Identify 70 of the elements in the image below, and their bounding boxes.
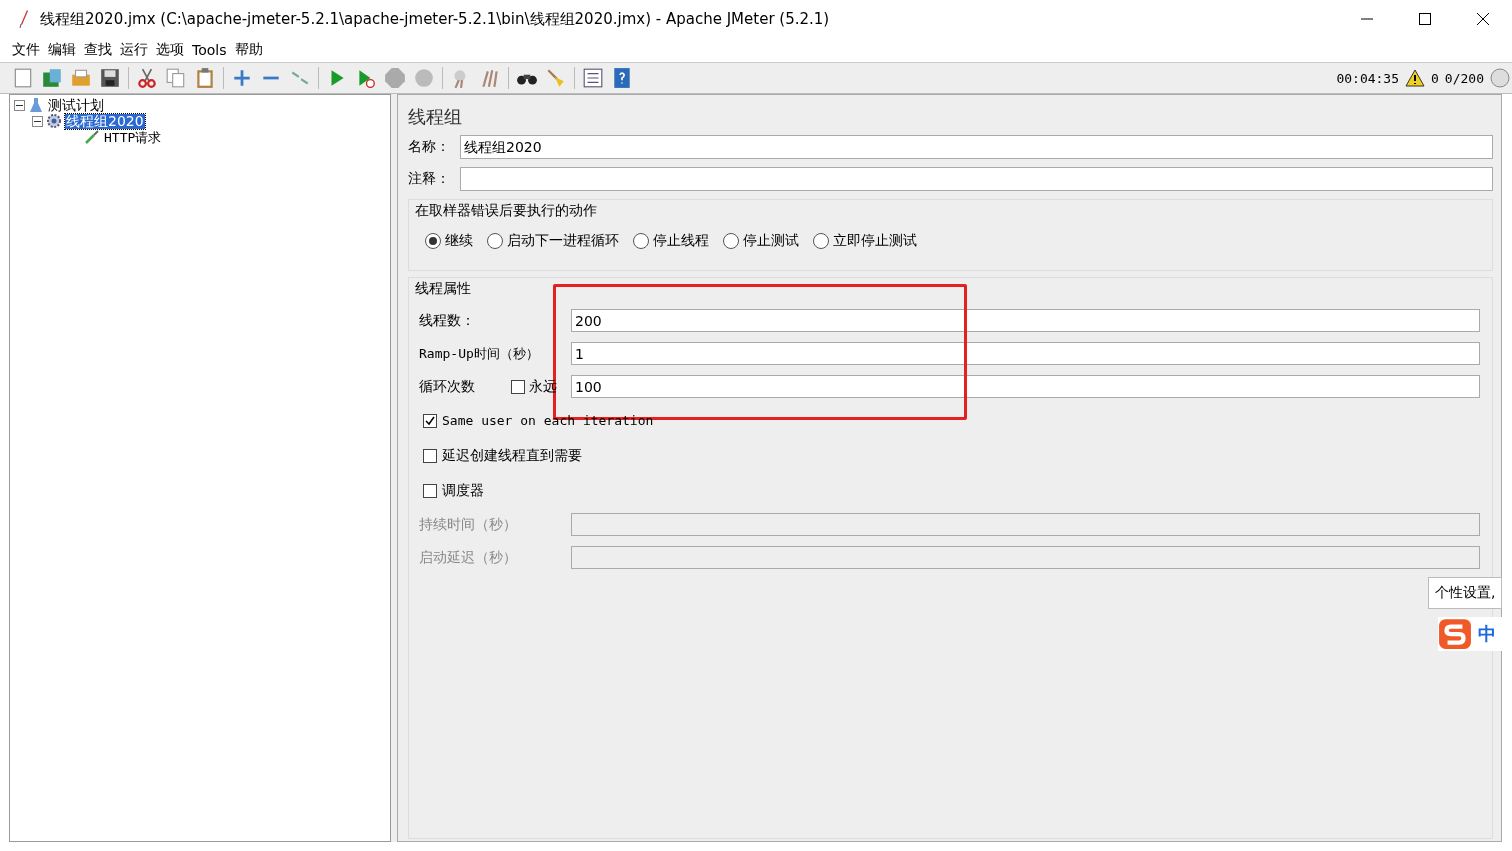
tree-node[interactable]: 测试计划	[47, 97, 105, 113]
checkbox[interactable]	[423, 483, 437, 498]
radio-label[interactable]: 继续	[445, 232, 473, 250]
input-mode[interactable]: 中	[1478, 622, 1496, 646]
save-icon[interactable]	[99, 67, 121, 89]
checkbox-label[interactable]: 调度器	[442, 481, 484, 500]
menu-item[interactable]: 文件	[12, 41, 40, 59]
field-label: 线程数：	[419, 311, 476, 330]
plus-icon[interactable]	[231, 67, 253, 89]
feather-icon	[18, 9, 30, 29]
name-field[interactable]: 线程组2020	[460, 135, 1493, 159]
input-field[interactable]	[571, 513, 1480, 536]
templates-icon[interactable]	[41, 67, 63, 89]
close-icon[interactable]	[1476, 12, 1490, 26]
field-label: 注释：	[408, 170, 451, 188]
radio-button[interactable]	[487, 233, 503, 249]
scissors-icon[interactable]	[136, 67, 158, 89]
panel-title: 线程组	[408, 105, 463, 129]
menu-item[interactable]: Tools	[192, 42, 227, 58]
group-legend: 线程属性	[415, 280, 1480, 298]
checkbox[interactable]	[423, 413, 437, 428]
radio-label[interactable]: 立即停止测试	[833, 232, 917, 250]
maximize-icon[interactable]	[1418, 12, 1432, 26]
warning-icon[interactable]	[1405, 68, 1426, 88]
radio-label[interactable]: 停止线程	[653, 232, 709, 250]
radio-label[interactable]: 启动下一进程循环	[507, 232, 619, 250]
copy-icon[interactable]	[165, 67, 187, 89]
radio-label[interactable]: 停止测试	[743, 232, 799, 250]
radio-button[interactable]	[425, 233, 441, 249]
ramp-up-field[interactable]: 1	[571, 342, 1480, 365]
checkbox[interactable]	[423, 448, 437, 463]
s-logo-icon[interactable]	[1438, 618, 1472, 650]
field-label: 循环次数	[419, 377, 476, 396]
tree-node[interactable]: HTTP请求	[103, 129, 163, 145]
clipboard-icon[interactable]	[194, 67, 216, 89]
warning-count: 0	[1431, 70, 1439, 86]
radio-button[interactable]	[633, 233, 649, 249]
field-label: 启动延迟（秒）	[419, 548, 518, 567]
gear-icon	[46, 113, 62, 129]
menu-item[interactable]: 帮助	[234, 41, 263, 59]
field-label: 持续时间（秒）	[419, 515, 518, 534]
radio-button[interactable]	[723, 233, 739, 249]
group-legend: 在取样器错误后要执行的动作	[415, 202, 1482, 220]
flask-icon	[28, 97, 44, 113]
pipette-icon	[84, 129, 100, 145]
list-icon[interactable]	[582, 67, 604, 89]
checkbox[interactable]	[511, 379, 525, 394]
status-circle-icon	[1490, 68, 1510, 88]
tree-node[interactable]: 线程组2020	[65, 113, 145, 129]
input-field[interactable]	[571, 546, 1480, 569]
thread-count: 0/200	[1444, 70, 1484, 86]
expander-icon[interactable]	[32, 115, 43, 127]
expander-icon[interactable]	[14, 99, 25, 111]
help-icon[interactable]	[611, 67, 633, 89]
menu-item[interactable]: 选项	[156, 41, 184, 59]
menu-item[interactable]: 编辑	[48, 41, 76, 59]
field-label: Ramp-Up时间（秒）	[419, 344, 540, 363]
comment-field[interactable]	[460, 167, 1493, 191]
folder-icon[interactable]	[70, 67, 92, 89]
menu-item[interactable]: 运行	[120, 41, 148, 59]
menu-item[interactable]: 查找	[84, 41, 112, 59]
tooltip: 个性设置,	[1428, 577, 1503, 609]
window-title: 线程组2020.jmx (C:\apache-jmeter-5.2.1\apache-jmeter-5.2.1\bin\线程组2020.jmx) - Apache JMeter (5.2.1)	[40, 9, 830, 29]
new-file-icon[interactable]	[12, 67, 34, 89]
thread-count-field[interactable]: 200	[571, 309, 1480, 332]
checkbox-label[interactable]: 延迟创建线程直到需要	[442, 446, 582, 465]
elapsed-time: 00:04:35	[1336, 70, 1400, 86]
loop-count-field[interactable]: 100	[571, 375, 1480, 398]
radio-button[interactable]	[813, 233, 829, 249]
field-label: 名称：	[408, 138, 451, 156]
